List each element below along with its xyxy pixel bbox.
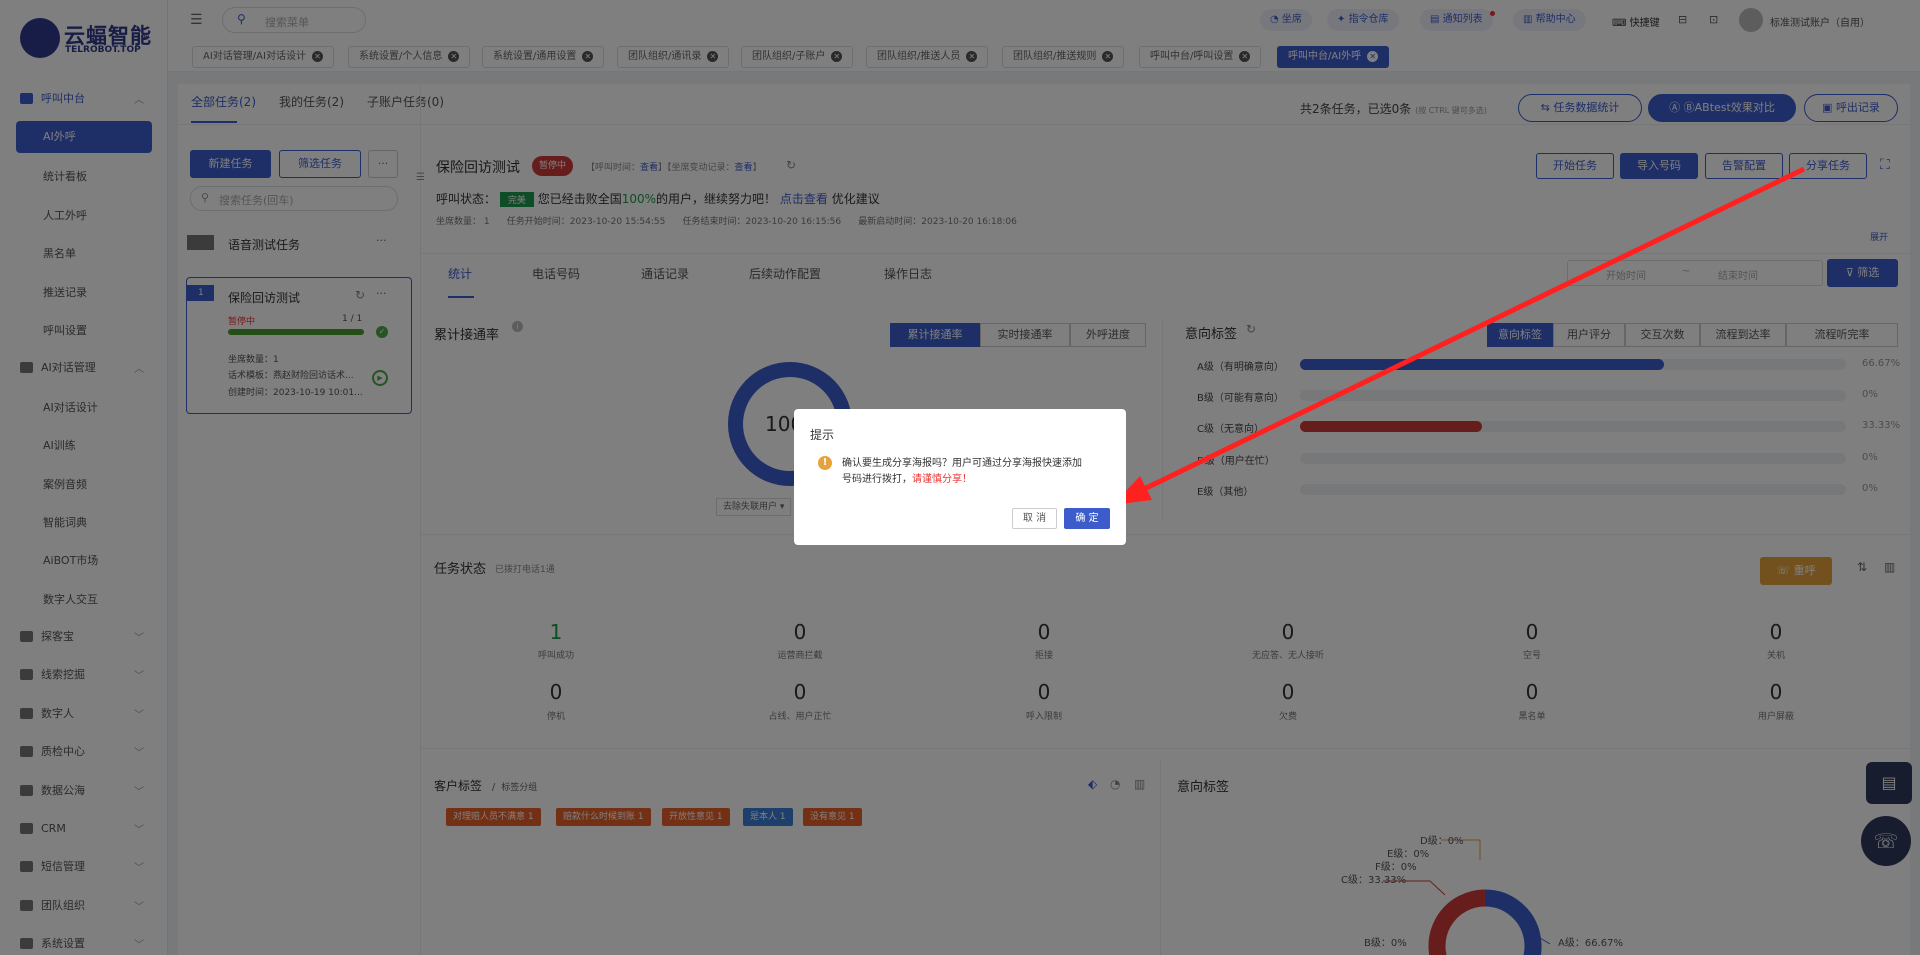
dialog-title: 提示 <box>810 428 835 442</box>
dialog-message: 确认要生成分享海报吗？用户可通过分享海报快速添加 号码进行拨打，请谨慎分享！ <box>842 456 1117 488</box>
cancel-button[interactable]: 取 消 <box>1012 508 1057 529</box>
confirm-button[interactable]: 确 定 <box>1064 508 1110 529</box>
dialog-message-line1: 确认要生成分享海报吗？用户可通过分享海报快速添加 <box>842 458 1082 469</box>
dialog-warning: 请谨慎分享！ <box>912 474 972 485</box>
dialog-message-line2: 号码进行拨打， <box>842 474 912 485</box>
confirm-dialog: 提示 ! 确认要生成分享海报吗？用户可通过分享海报快速添加 号码进行拨打，请谨慎… <box>794 409 1126 545</box>
warning-icon: ! <box>818 456 832 470</box>
